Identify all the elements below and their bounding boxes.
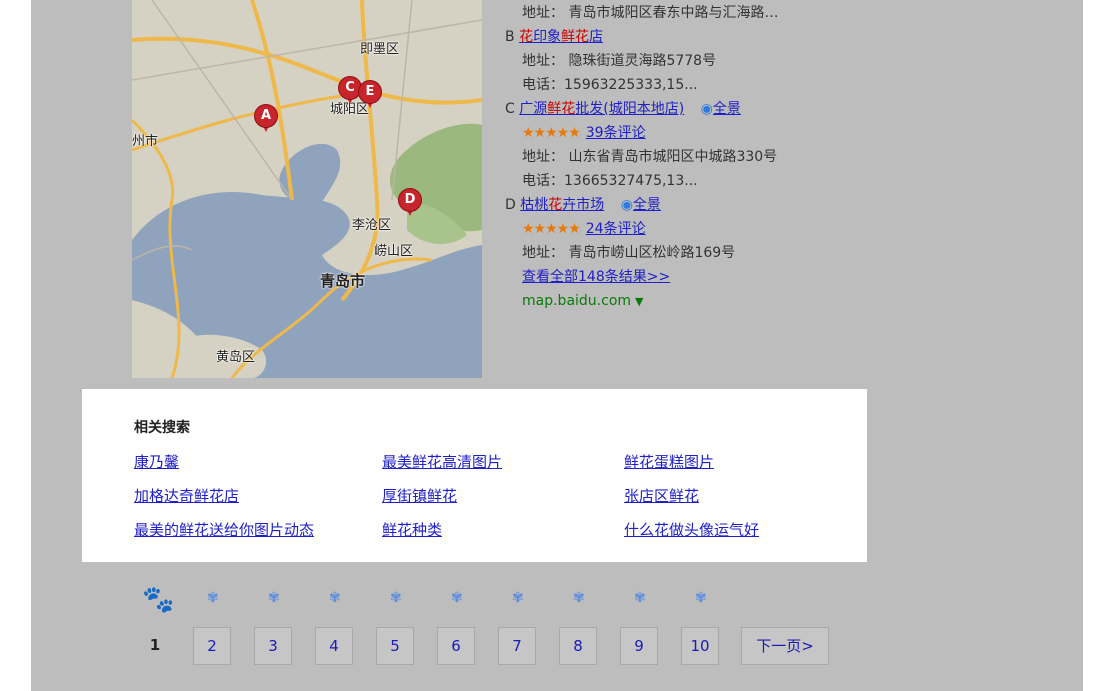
map-results-list: 地址： 青岛市城阳区春东中路与汇海路… B 花印象鲜花店 地址： 隐珠街道灵海路… bbox=[505, 5, 865, 313]
result-b-address: 地址： 隐珠街道灵海路5778号 bbox=[522, 53, 717, 69]
map-pin-d[interactable]: D bbox=[398, 188, 422, 218]
result-d-name-part: 花 bbox=[548, 197, 563, 213]
map-label-licang: 李沧区 bbox=[352, 218, 392, 233]
page-link[interactable]: 4 bbox=[315, 627, 353, 665]
page-link[interactable]: 6 bbox=[437, 627, 475, 665]
paw-icon: ✾ bbox=[451, 590, 463, 606]
map-pin-e[interactable]: E bbox=[358, 80, 382, 110]
related-search-link[interactable]: 康乃馨 bbox=[134, 451, 179, 472]
rating-stars-icon: ★★★★★ bbox=[522, 221, 581, 237]
result-b-name-part: 店 bbox=[589, 29, 604, 45]
result-d-name-part: 卉市场 bbox=[562, 197, 605, 213]
paw-icon: ✾ bbox=[329, 590, 341, 606]
window-edge-left bbox=[0, 0, 31, 691]
result-d-panorama-link[interactable]: 全景 bbox=[633, 197, 661, 213]
map-pin-d-letter: D bbox=[404, 192, 416, 207]
view-all-row: 查看全部148条结果>> bbox=[505, 265, 865, 289]
source-url[interactable]: map.baidu.com bbox=[522, 293, 631, 309]
result-b-header: B 花印象鲜花店 bbox=[505, 25, 865, 49]
rating-stars-icon: ★★★★★ bbox=[522, 125, 581, 141]
map-graphic bbox=[132, 0, 482, 378]
source-row: map.baidu.com ▼ bbox=[505, 289, 865, 313]
chevron-down-icon[interactable]: ▼ bbox=[635, 295, 643, 308]
result-d-address: 地址： 青岛市崂山区松岭路169号 bbox=[522, 245, 736, 261]
page-link[interactable]: 3 bbox=[254, 627, 292, 665]
page-link[interactable]: 2 bbox=[193, 627, 231, 665]
result-b-phone: 电话：15963225333,15... bbox=[522, 77, 698, 93]
result-map[interactable]: 即墨区 城阳区 州市 李沧区 崂山区 青岛市 黄岛区 A C E D bbox=[132, 0, 482, 378]
result-b-name-part: 鲜花 bbox=[561, 29, 590, 45]
related-search-link[interactable]: 加格达奇鲜花店 bbox=[134, 485, 239, 506]
related-search-link[interactable]: 张店区鲜花 bbox=[624, 485, 699, 506]
result-b-marker: B bbox=[505, 29, 515, 45]
map-label-huangdao: 黄岛区 bbox=[216, 350, 256, 365]
related-search-link[interactable]: 最美鲜花高清图片 bbox=[382, 451, 502, 472]
paw-icon: ✾ bbox=[390, 590, 402, 606]
map-pin-a-letter: A bbox=[260, 108, 272, 123]
related-search-link[interactable]: 鲜花种类 bbox=[382, 519, 442, 540]
paw-icon: ✾ bbox=[573, 590, 585, 606]
page-current: 1 bbox=[149, 636, 161, 654]
related-search-link[interactable]: 什么花做头像运气好 bbox=[624, 519, 759, 540]
result-d-marker: D bbox=[505, 197, 516, 213]
result-a-address: 地址： 青岛市城阳区春东中路与汇海路… bbox=[522, 5, 779, 21]
related-searches-title: 相关搜索 bbox=[134, 420, 190, 436]
related-search-link[interactable]: 鲜花蛋糕图片 bbox=[624, 451, 714, 472]
paw-icon: ✾ bbox=[207, 590, 219, 606]
map-label-jimo: 即墨区 bbox=[360, 42, 400, 57]
result-d-link[interactable]: 枯桃花卉市场 bbox=[520, 197, 604, 213]
result-c-header: C 广源鲜花批发(城阳本地店) ◉全景 bbox=[505, 97, 865, 121]
page-link[interactable]: 9 bbox=[620, 627, 658, 665]
result-c-name-part: 批发(城阳本地店) bbox=[575, 101, 685, 117]
page-frame: 即墨区 城阳区 州市 李沧区 崂山区 青岛市 黄岛区 A C E D 地址： 青… bbox=[0, 0, 1114, 691]
paw-icon: ✾ bbox=[512, 590, 524, 606]
map-pin-a[interactable]: A bbox=[254, 104, 278, 134]
result-c-link[interactable]: 广源鲜花批发(城阳本地店) bbox=[519, 101, 684, 117]
page-link[interactable]: 7 bbox=[498, 627, 536, 665]
result-d-rating: ★★★★★ 24条评论 bbox=[505, 217, 865, 241]
result-c-reviews-link[interactable]: 39条评论 bbox=[586, 125, 646, 141]
result-b-name-part: 花 bbox=[519, 29, 534, 45]
result-c-rating: ★★★★★ 39条评论 bbox=[505, 121, 865, 145]
map-label-qingdao: 青岛市 bbox=[320, 272, 366, 290]
result-c-phone: 电话：13665327475,13... bbox=[522, 173, 698, 189]
result-d-reviews-link[interactable]: 24条评论 bbox=[586, 221, 646, 237]
related-searches-panel: 相关搜索 康乃馨 最美鲜花高清图片 鲜花蛋糕图片 加格达奇鲜花店 厚街镇鲜花 张… bbox=[82, 389, 867, 562]
paw-icon: ✾ bbox=[268, 590, 280, 606]
result-c-panorama-link[interactable]: 全景 bbox=[713, 101, 741, 117]
result-b-name-part: 印象 bbox=[533, 29, 562, 45]
related-search-link[interactable]: 最美的鲜花送给你图片动态 bbox=[134, 519, 314, 540]
map-label-laoshan: 崂山区 bbox=[374, 244, 414, 259]
result-c-address: 地址： 山东省青岛市城阳区中城路330号 bbox=[522, 149, 778, 165]
result-c-name-part: 鲜花 bbox=[547, 101, 576, 117]
panorama-icon[interactable]: ◉ bbox=[701, 101, 713, 117]
result-d-name-part: 枯桃 bbox=[520, 197, 549, 213]
result-c-name-part: 广源 bbox=[519, 101, 548, 117]
result-b-link[interactable]: 花印象鲜花店 bbox=[519, 29, 603, 45]
map-label-jiaozhou: 州市 bbox=[132, 134, 159, 149]
paw-icon: ✾ bbox=[695, 590, 707, 606]
view-all-results-link[interactable]: 查看全部148条结果>> bbox=[522, 269, 670, 285]
baidu-paw-icon: 🐾 bbox=[142, 585, 175, 615]
map-pin-e-letter: E bbox=[365, 84, 375, 99]
result-c-marker: C bbox=[505, 101, 515, 117]
related-search-link[interactable]: 厚街镇鲜花 bbox=[382, 485, 457, 506]
panorama-icon[interactable]: ◉ bbox=[621, 197, 633, 213]
next-page-button[interactable]: 下一页> bbox=[741, 627, 829, 665]
page-link[interactable]: 10 bbox=[681, 627, 719, 665]
paw-icon: ✾ bbox=[634, 590, 646, 606]
page-link[interactable]: 8 bbox=[559, 627, 597, 665]
page-link[interactable]: 5 bbox=[376, 627, 414, 665]
window-edge-right bbox=[1083, 0, 1114, 691]
result-d-header: D 枯桃花卉市场 ◉全景 bbox=[505, 193, 865, 217]
